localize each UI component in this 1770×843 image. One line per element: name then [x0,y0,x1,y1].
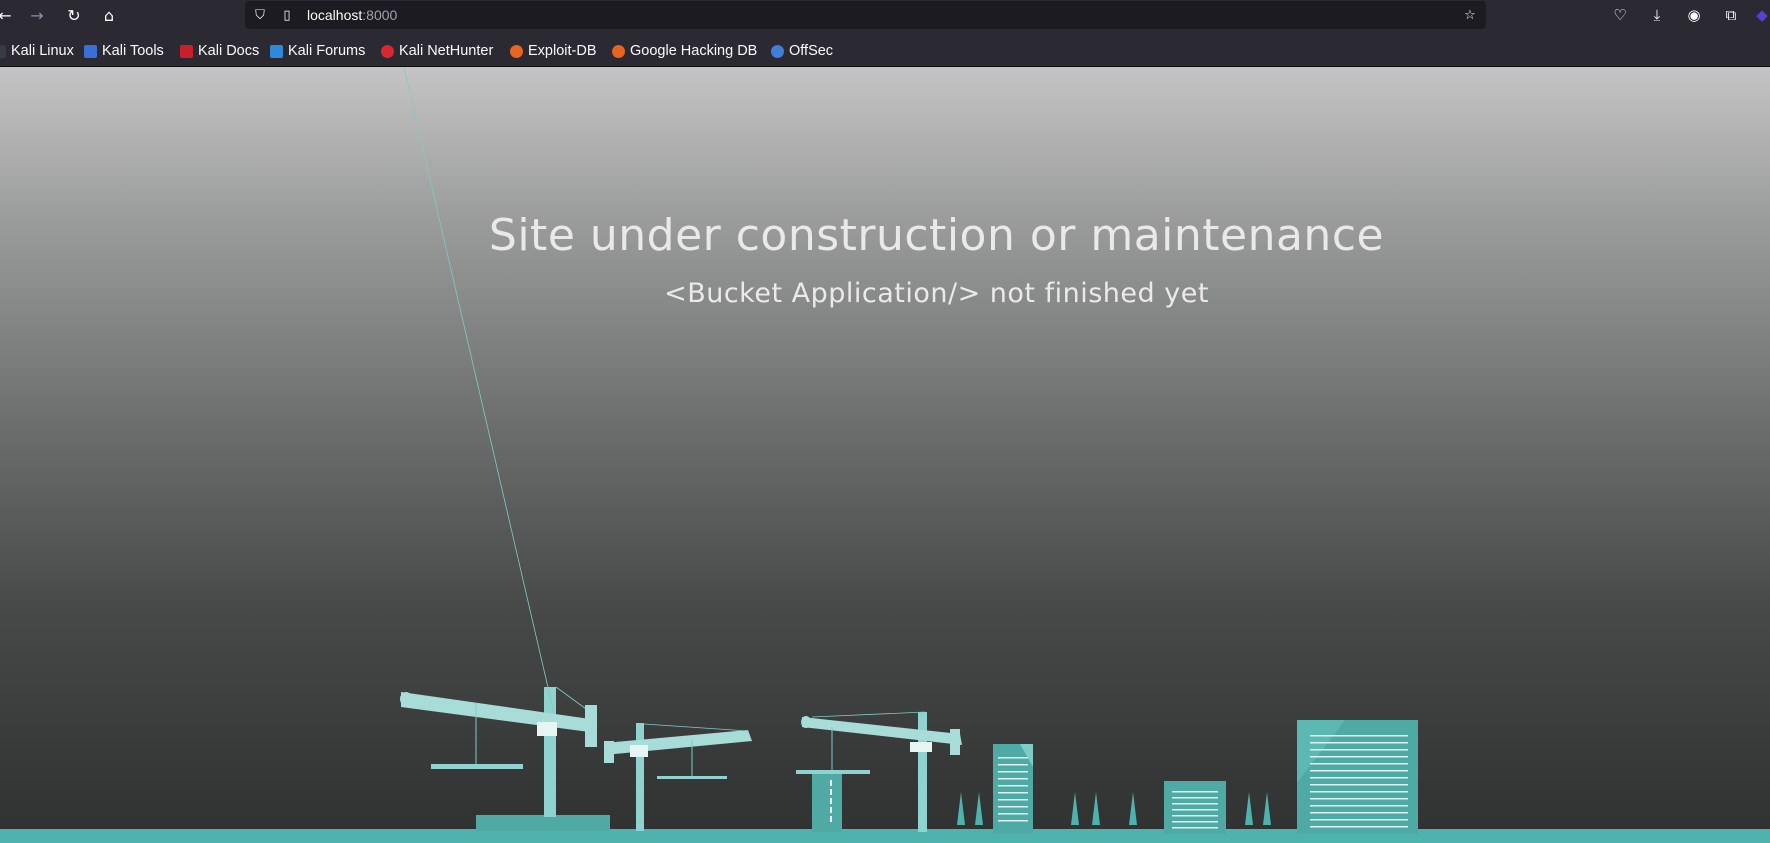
address-bar[interactable]: ⛉ ▯ localhost:8000 ☆ [245,1,1486,29]
bookmark-exploit-db[interactable]: Exploit-DB [510,41,597,61]
reload-icon[interactable]: ↻ [61,3,87,27]
ghdb-icon [612,44,625,58]
pocket-icon[interactable]: ♡ [1608,4,1632,26]
tower-crane-1 [400,67,610,831]
building-small-tower [993,744,1033,834]
page-content: Site under construction or maintenance <… [0,67,1770,843]
bookmark-offsec[interactable]: OffSec [771,41,833,61]
account-icon[interactable]: ◉ [1682,4,1706,26]
bookmark-label: Google Hacking DB [630,43,758,59]
bookmark-kali-linux[interactable]: Kali Linux [0,41,74,61]
bookmark-kali-forums[interactable]: Kali Forums [270,41,365,61]
shield-icon[interactable]: ⛉ [251,6,269,24]
download-icon[interactable]: ⤓ [1645,4,1669,26]
construction-skyline-illustration [0,67,1770,843]
bookmark-kali-tools[interactable]: Kali Tools [84,41,164,61]
building-low-block [1164,781,1226,834]
bookmarks-toolbar: Kali Linux Kali Tools Kali Docs Kali For… [0,36,1770,64]
bookmark-label: OffSec [789,43,834,59]
bookmark-label: Kali NetHunter [399,43,494,59]
bookmark-label: Kali Docs [198,43,260,59]
building-large-block [1297,720,1418,834]
url-port: :8000 [362,7,398,23]
kali-docs-icon [180,44,193,58]
exploitdb-icon [510,44,523,58]
bookmark-kali-nethunter[interactable]: Kali NetHunter [381,41,493,61]
bookmark-label: Exploit-DB [528,43,597,59]
tower-crane-3 [796,711,962,832]
bookmark-label: Kali Linux [11,43,74,59]
bookmark-label: Kali Forums [288,43,366,59]
tower-crane-2 [604,723,752,831]
bookmark-star-icon[interactable]: ☆ [1461,6,1479,24]
bookmark-label: Kali Tools [102,43,164,59]
page-icon[interactable]: ▯ [278,6,296,24]
nethunter-icon [381,44,394,58]
back-arrow-icon[interactable]: ← [0,3,18,27]
kali-tools-icon [84,44,97,58]
bookmark-kali-docs[interactable]: Kali Docs [180,41,259,61]
kali-forums-icon [270,44,283,58]
extensions-icon[interactable]: ⧉ [1719,4,1743,26]
offsec-icon [771,44,784,58]
browser-toolbar: ← → ↻ ⌂ ⛉ ▯ localhost:8000 ☆ ♡ ⤓ ◉ ⧉ ◆ [0,0,1770,30]
forward-arrow-icon[interactable]: → [24,3,50,27]
kali-dragon-icon [0,44,6,58]
ground-strip [0,829,1770,843]
home-icon[interactable]: ⌂ [96,3,122,27]
bookmark-google-hacking-db[interactable]: Google Hacking DB [612,41,757,61]
url-text[interactable]: localhost:8000 [307,7,397,23]
extension-badge-icon[interactable]: ◆ [1754,4,1770,26]
url-host: localhost [307,7,363,23]
